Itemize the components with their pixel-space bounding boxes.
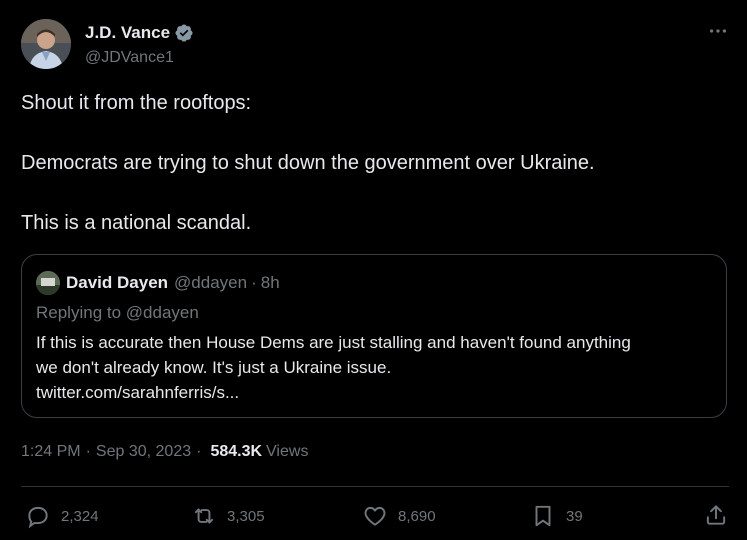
tweet-date[interactable]: Sep 30, 2023	[96, 443, 191, 461]
quoted-author-name[interactable]: David Dayen	[66, 273, 168, 293]
retweet-count: 3,305	[227, 507, 265, 525]
tweet-text: Shout it from the rooftops: Democrats ar…	[21, 88, 721, 238]
like-count: 8,690	[398, 507, 436, 525]
author-name[interactable]: J.D. Vance	[85, 23, 170, 43]
author-avatar[interactable]	[21, 19, 71, 69]
divider	[21, 486, 729, 487]
tweet-line: Shout it from the rooftops:	[21, 92, 252, 114]
like-button[interactable]: 8,690	[362, 498, 436, 534]
quoted-author-avatar[interactable]	[36, 271, 60, 295]
bookmark-count: 39	[566, 507, 583, 525]
tweet-meta: 1:24 PM · Sep 30, 2023 · 584.3K Views	[21, 443, 308, 461]
reply-count: 2,324	[61, 507, 99, 525]
separator-dot: ·	[251, 273, 257, 292]
tweet-header: J.D. Vance @JDVance1	[21, 18, 729, 72]
quoted-line: If this is accurate then House Dems are …	[36, 333, 631, 352]
action-bar: 2,324 3,305 8,690 39	[21, 498, 729, 534]
replying-to: Replying to @ddayen	[36, 303, 199, 322]
quoted-text: If this is accurate then House Dems are …	[36, 330, 716, 405]
bookmark-icon	[535, 505, 551, 527]
tweet-time[interactable]: 1:24 PM	[21, 443, 81, 461]
quoted-link[interactable]: twitter.com/sarahnferris/s...	[36, 380, 716, 405]
quoted-author-handle[interactable]: @ddayen	[174, 273, 247, 293]
verified-badge-icon	[175, 24, 193, 42]
separator-dot: ·	[196, 443, 202, 460]
reply-button[interactable]: 2,324	[25, 498, 99, 534]
retweet-icon	[194, 508, 214, 524]
share-upload-icon[interactable]	[703, 502, 729, 528]
views-label: Views	[266, 443, 309, 460]
views-count: 584.3K	[210, 443, 263, 460]
heart-icon	[364, 506, 386, 526]
bookmark-button[interactable]: 39	[530, 498, 583, 534]
tweet-line: This is a national scandal.	[21, 212, 252, 234]
more-dots-icon[interactable]	[707, 20, 729, 42]
reply-bubble-icon	[28, 506, 48, 529]
tweet-line: Democrats are trying to shut down the go…	[21, 152, 595, 174]
quoted-timestamp[interactable]: 8h	[261, 273, 280, 293]
separator-dot: ·	[85, 443, 91, 460]
retweet-button[interactable]: 3,305	[191, 498, 265, 534]
quoted-tweet-header: David Dayen @ddayen · 8h	[36, 271, 280, 295]
quoted-tweet[interactable]: David Dayen @ddayen · 8h Replying to @dd…	[21, 254, 727, 418]
quoted-line: we don't already know. It's just a Ukrai…	[36, 358, 392, 377]
author-name-row: J.D. Vance	[85, 23, 194, 43]
author-handle[interactable]: @JDVance1	[85, 49, 174, 67]
